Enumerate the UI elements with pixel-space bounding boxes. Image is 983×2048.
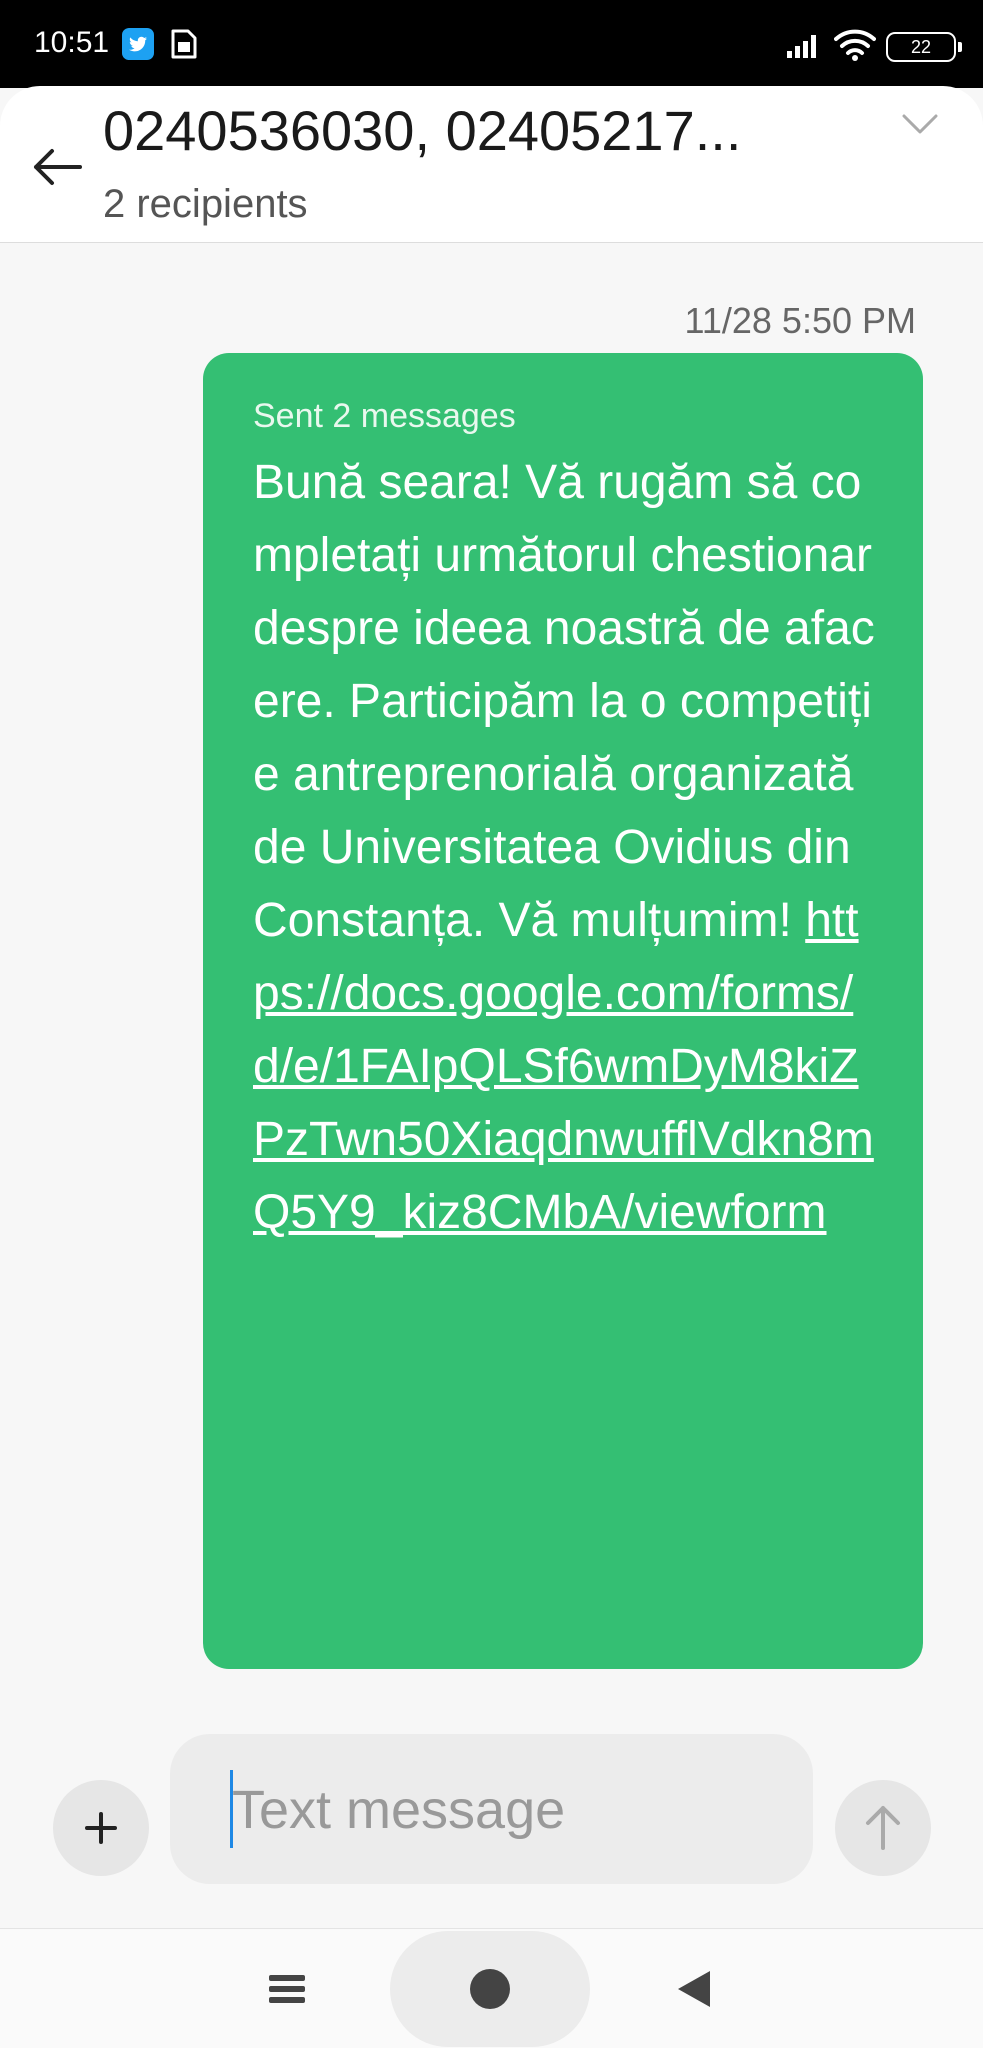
back-icon bbox=[678, 1971, 710, 2007]
back-arrow-icon bbox=[34, 149, 82, 185]
message-status: Sent 2 messages bbox=[253, 397, 516, 435]
wifi-icon bbox=[834, 28, 876, 62]
sent-message-bubble[interactable]: Sent 2 messages Bună seara! Vă rugăm să … bbox=[203, 353, 923, 1669]
message-composer bbox=[170, 1734, 813, 1884]
conversation-header: 0240536030, 02405217... 2 recipients bbox=[0, 86, 983, 243]
send-arrow-up-icon bbox=[866, 1806, 900, 1850]
message-text: Bună seara! Vă rugăm să completați următ… bbox=[253, 456, 875, 947]
recipients-title[interactable]: 0240536030, 02405217... bbox=[103, 98, 863, 163]
nav-back-button[interactable] bbox=[674, 1967, 714, 2011]
battery-tip bbox=[958, 42, 962, 52]
expand-recipients-button[interactable] bbox=[898, 106, 942, 142]
home-button[interactable] bbox=[390, 1931, 590, 2047]
battery-level: 22 bbox=[910, 37, 932, 57]
add-attachment-button[interactable] bbox=[53, 1780, 149, 1876]
plus-icon bbox=[85, 1812, 117, 1844]
send-button[interactable] bbox=[835, 1780, 931, 1876]
chevron-down-icon bbox=[902, 114, 938, 134]
menu-icon bbox=[269, 1975, 305, 2003]
message-timestamp: 11/28 5:50 PM bbox=[684, 300, 917, 341]
recipients-count: 2 recipients bbox=[103, 182, 308, 226]
twitter-icon bbox=[122, 28, 154, 60]
message-input[interactable] bbox=[230, 1770, 794, 1850]
status-bar: 10:51 22 bbox=[0, 0, 983, 88]
status-time: 10:51 bbox=[34, 26, 110, 59]
menu-button[interactable] bbox=[267, 1967, 307, 2011]
sim-card-icon bbox=[170, 28, 198, 60]
home-icon bbox=[470, 1969, 510, 2009]
back-button[interactable] bbox=[28, 142, 88, 192]
system-nav-bar bbox=[0, 1928, 983, 2048]
battery-icon: 22 bbox=[886, 32, 962, 62]
signal-icon bbox=[786, 32, 822, 58]
message-body: Bună seara! Vă rugăm să completați următ… bbox=[253, 446, 875, 1249]
